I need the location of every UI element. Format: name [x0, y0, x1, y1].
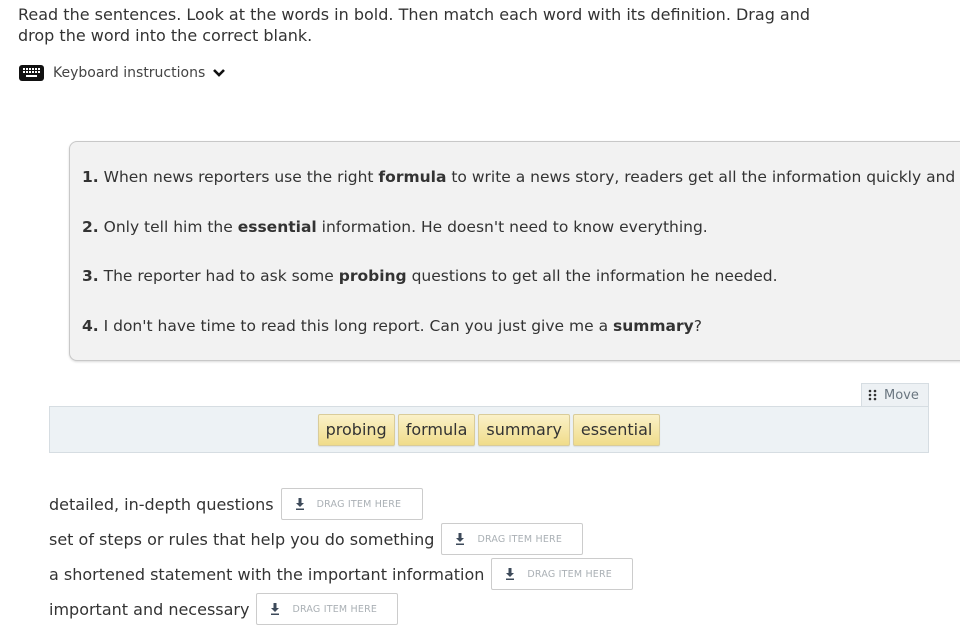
sentence-number: 1. — [82, 168, 99, 186]
sentence-3: 3. The reporter had to ask some probing … — [82, 267, 778, 285]
word-tile-formula[interactable]: formula — [397, 413, 476, 446]
drop-zone-1[interactable]: DRAG ITEM HERE — [280, 488, 423, 520]
definition-row-1: detailed, in-depth questions DRAG ITEM H… — [49, 488, 423, 520]
definition-row-2: set of steps or rules that help you do s… — [49, 523, 584, 555]
bold-word: summary — [613, 317, 694, 335]
download-arrow-icon — [456, 533, 465, 545]
keyboard-instructions-toggle[interactable]: Keyboard instructions — [19, 62, 226, 84]
bold-word: probing — [338, 267, 407, 285]
sentence-number: 4. — [82, 317, 99, 335]
drop-zone-4[interactable]: DRAG ITEM HERE — [256, 593, 399, 625]
drop-zone-label: DRAG ITEM HERE — [292, 603, 378, 615]
download-arrow-icon — [271, 603, 280, 615]
drag-handle-icon — [868, 389, 877, 401]
move-label: Move — [884, 387, 919, 403]
drop-zone-label: DRAG ITEM HERE — [527, 568, 613, 580]
drop-zone-3[interactable]: DRAG ITEM HERE — [491, 558, 634, 590]
sentence-number: 3. — [82, 267, 99, 285]
sentence-2: 2. Only tell him the essential informati… — [82, 218, 708, 236]
word-tile-probing[interactable]: probing — [317, 413, 395, 446]
word-bank: probing formula summary essential — [49, 406, 929, 453]
sentence-1: 1. When news reporters use the right for… — [82, 168, 960, 186]
sentence-text: questions to get all the information he … — [406, 267, 778, 285]
keyboard-instructions-label: Keyboard instructions — [53, 65, 206, 81]
sentence-text: The reporter had to ask some — [98, 267, 339, 285]
bold-word: essential — [237, 218, 317, 236]
drop-zone-2[interactable]: DRAG ITEM HERE — [441, 523, 584, 555]
word-tile-summary[interactable]: summary — [478, 413, 570, 446]
word-tile-essential[interactable]: essential — [572, 413, 661, 446]
sentence-text: When news reporters use the right — [98, 168, 379, 186]
definition-text: important and necessary — [49, 599, 250, 619]
instructions-text: Read the sentences. Look at the words in… — [18, 5, 811, 45]
sentence-text: Only tell him the — [98, 218, 238, 236]
sentence-text: to write a news story, readers get all t… — [446, 168, 960, 186]
move-handle[interactable]: Move — [861, 383, 929, 406]
definition-text: set of steps or rules that help you do s… — [49, 529, 435, 549]
sentence-text: ? — [693, 317, 703, 335]
sentence-4: 4. I don't have time to read this long r… — [82, 317, 702, 335]
sentence-number: 2. — [82, 218, 99, 236]
definition-row-4: important and necessary DRAG ITEM HERE — [49, 593, 399, 625]
drop-zone-label: DRAG ITEM HERE — [316, 498, 402, 510]
bold-word: formula — [378, 168, 447, 186]
download-arrow-icon — [506, 568, 515, 580]
sentence-text: I don't have time to read this long repo… — [98, 317, 613, 335]
definition-text: a shortened statement with the important… — [49, 564, 485, 584]
definition-text: detailed, in-depth questions — [49, 494, 274, 514]
sentence-text: information. He doesn't need to know eve… — [316, 218, 708, 236]
download-arrow-icon — [295, 498, 304, 510]
definition-row-3: a shortened statement with the important… — [49, 558, 634, 590]
chevron-down-icon — [213, 69, 226, 77]
sentences-panel: 1. When news reporters use the right for… — [69, 141, 960, 361]
keyboard-icon — [19, 65, 44, 81]
drop-zone-label: DRAG ITEM HERE — [477, 533, 563, 545]
